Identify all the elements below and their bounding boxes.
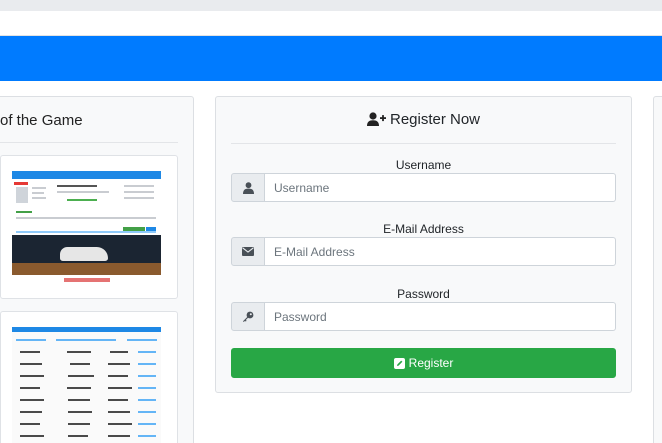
top-bar bbox=[0, 11, 662, 36]
register-header: Register Now bbox=[216, 111, 631, 128]
password-label: Password bbox=[397, 287, 450, 301]
divider bbox=[231, 143, 616, 144]
register-card: Register Now Username E-Mail Address Pas… bbox=[215, 96, 632, 393]
register-button-label: Register bbox=[408, 356, 454, 370]
username-label: Username bbox=[395, 158, 452, 172]
password-group bbox=[231, 302, 616, 331]
screenshots-title: of the Game bbox=[0, 112, 83, 129]
right-card bbox=[653, 96, 662, 443]
key-icon bbox=[231, 302, 265, 331]
game-screenshot-image bbox=[12, 327, 161, 443]
register-button[interactable]: Register bbox=[231, 348, 616, 378]
edit-icon bbox=[393, 357, 405, 369]
divider bbox=[0, 142, 178, 143]
user-icon bbox=[231, 173, 265, 202]
email-group bbox=[231, 237, 616, 266]
browser-top-strip bbox=[0, 0, 662, 11]
screenshot-thumbnail-2[interactable] bbox=[0, 311, 178, 443]
password-input[interactable] bbox=[265, 302, 616, 331]
email-label: E-Mail Address bbox=[383, 222, 464, 236]
game-screenshot-image bbox=[12, 171, 161, 286]
register-title: Register Now bbox=[389, 111, 481, 128]
username-group bbox=[231, 173, 616, 202]
user-plus-icon bbox=[366, 112, 386, 126]
envelope-icon bbox=[231, 237, 265, 266]
email-input[interactable] bbox=[265, 237, 616, 266]
username-input[interactable] bbox=[265, 173, 616, 202]
screenshot-thumbnail-1[interactable] bbox=[0, 155, 178, 299]
navbar bbox=[0, 36, 662, 81]
